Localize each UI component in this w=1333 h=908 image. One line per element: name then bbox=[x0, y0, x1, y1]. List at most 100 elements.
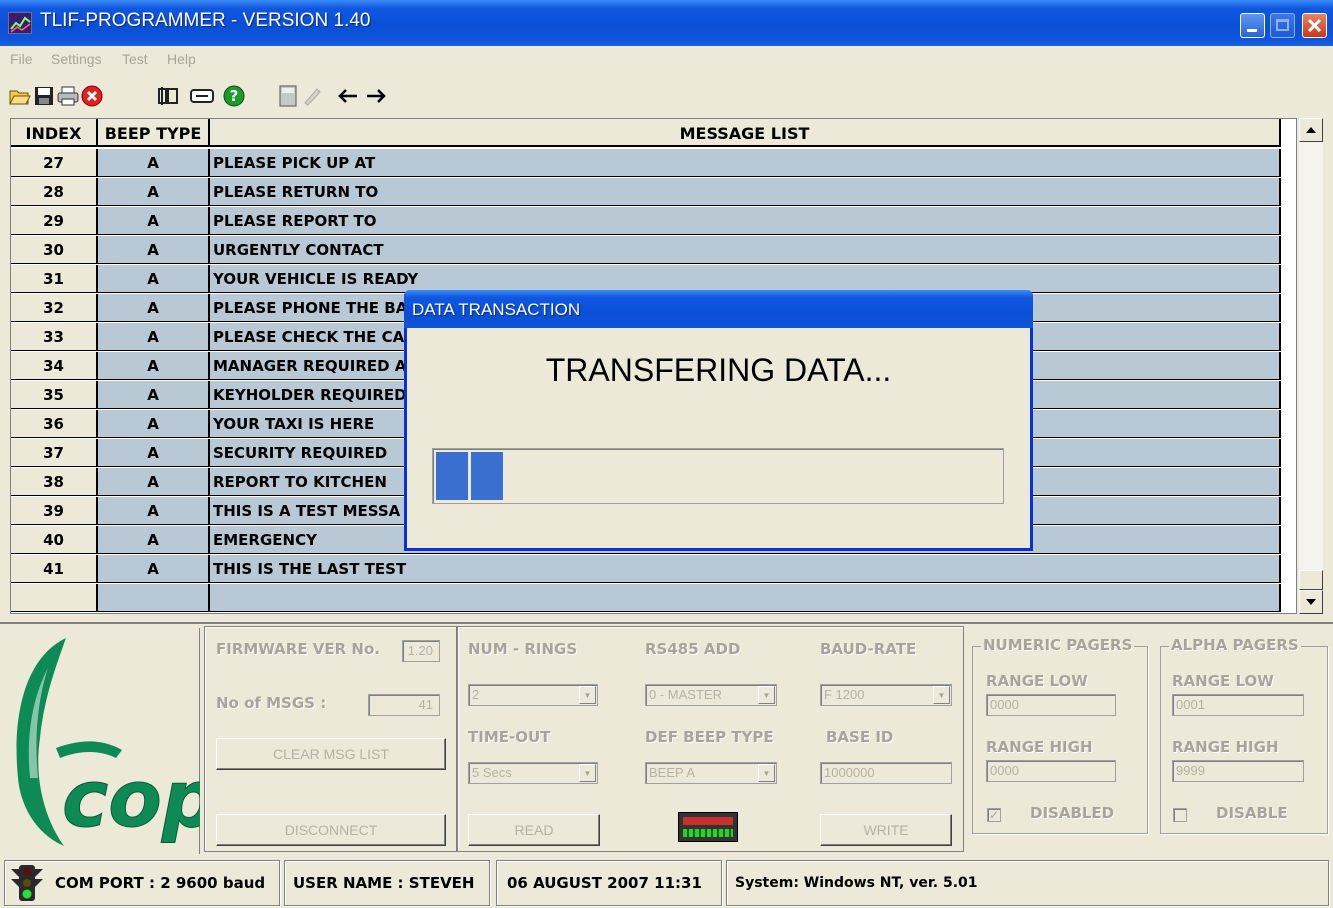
row-message-cell[interactable]: YOUR VEHICLE IS READY bbox=[210, 265, 1281, 293]
baud-rate-label: BAUD-RATE bbox=[820, 640, 917, 658]
alpha-disable-checkbox[interactable] bbox=[1173, 808, 1187, 822]
settings-panel: cope FIRMWARE VER No. 1.20 No of MSGS : … bbox=[0, 622, 1333, 854]
row-message-cell[interactable]: PLEASE REPORT TO bbox=[210, 207, 1281, 235]
port-icon[interactable] bbox=[190, 84, 214, 108]
base-id-label: BASE ID bbox=[826, 728, 894, 746]
maximize-button[interactable] bbox=[1270, 13, 1295, 38]
disconnect-button[interactable]: DISCONNECT bbox=[216, 814, 446, 846]
numeric-range-high-field: 0000 bbox=[986, 760, 1116, 782]
row-beep-type-cell[interactable]: A bbox=[98, 555, 210, 583]
arrow-left-icon[interactable] bbox=[336, 84, 360, 108]
clear-msg-list-button[interactable]: CLEAR MSG LIST bbox=[216, 738, 446, 770]
table-row[interactable]: 30 A URGENTLY CONTACT bbox=[11, 236, 1281, 265]
row-index-cell[interactable]: 39 bbox=[11, 497, 98, 525]
row-index-cell[interactable]: 37 bbox=[11, 439, 98, 467]
keyboard-icon[interactable] bbox=[156, 84, 180, 108]
row-beep-type-cell[interactable]: A bbox=[98, 410, 210, 438]
row-index-cell[interactable]: 31 bbox=[11, 265, 98, 293]
row-index-cell[interactable]: 40 bbox=[11, 526, 98, 554]
row-index-cell[interactable]: 27 bbox=[11, 149, 98, 177]
row-beep-type-cell[interactable]: A bbox=[98, 526, 210, 554]
close-button[interactable] bbox=[1302, 13, 1327, 38]
row-beep-type-cell[interactable]: A bbox=[98, 294, 210, 322]
progress-fill bbox=[436, 452, 503, 500]
row-index-cell[interactable]: 33 bbox=[11, 323, 98, 351]
row-index-cell[interactable]: 34 bbox=[11, 352, 98, 380]
table-row[interactable]: 27 A PLEASE PICK UP AT bbox=[11, 149, 1281, 178]
def-beep-select[interactable]: BEEP A ▼ bbox=[645, 762, 777, 784]
com-port-panel: COM PORT : 2 9600 baud bbox=[4, 860, 280, 906]
vertical-scrollbar[interactable] bbox=[1299, 118, 1323, 614]
row-beep-type-cell[interactable]: A bbox=[98, 265, 210, 293]
table-row[interactable] bbox=[11, 584, 1281, 613]
menu-file[interactable]: File bbox=[10, 51, 33, 67]
pen-icon[interactable] bbox=[300, 84, 324, 108]
firmware-label: FIRMWARE VER No. bbox=[216, 640, 380, 658]
row-beep-type-cell[interactable]: A bbox=[98, 497, 210, 525]
rs485-select[interactable]: 0 - MASTER ▼ bbox=[645, 684, 777, 706]
row-index-cell[interactable] bbox=[11, 584, 98, 612]
row-beep-type-cell[interactable]: A bbox=[98, 439, 210, 467]
row-index-cell[interactable]: 38 bbox=[11, 468, 98, 496]
baud-rate-select[interactable]: F 1200 ▼ bbox=[820, 684, 952, 706]
row-beep-type-cell[interactable]: A bbox=[98, 381, 210, 409]
row-message-cell[interactable] bbox=[210, 584, 1281, 612]
row-index-cell[interactable]: 29 bbox=[11, 207, 98, 235]
print-icon[interactable] bbox=[56, 84, 80, 108]
row-index-cell[interactable]: 36 bbox=[11, 410, 98, 438]
status-bar: COM PORT : 2 9600 baud USER NAME : STEVE… bbox=[0, 856, 1333, 908]
chevron-down-icon[interactable]: ▼ bbox=[758, 686, 775, 704]
header-beep-type[interactable]: BEEP TYPE bbox=[98, 119, 210, 147]
connection-led-icon bbox=[678, 812, 738, 842]
stop-icon[interactable] bbox=[80, 84, 104, 108]
table-row[interactable]: 29 A PLEASE REPORT TO bbox=[11, 207, 1281, 236]
header-index[interactable]: INDEX bbox=[11, 119, 98, 147]
save-icon[interactable] bbox=[32, 84, 56, 108]
row-beep-type-cell[interactable]: A bbox=[98, 149, 210, 177]
chevron-down-icon[interactable]: ▼ bbox=[758, 764, 775, 782]
read-button[interactable]: READ bbox=[468, 814, 600, 846]
arrow-right-icon[interactable] bbox=[364, 84, 388, 108]
scroll-down-button[interactable] bbox=[1299, 590, 1323, 614]
scroll-up-button[interactable] bbox=[1299, 118, 1323, 142]
header-message-list[interactable]: MESSAGE LIST bbox=[210, 119, 1281, 147]
minimize-button[interactable] bbox=[1240, 13, 1265, 38]
row-index-cell[interactable]: 30 bbox=[11, 236, 98, 264]
table-row[interactable]: 41 A THIS IS THE LAST TEST bbox=[11, 555, 1281, 584]
progress-block bbox=[436, 452, 468, 500]
num-rings-select[interactable]: 2 ▼ bbox=[468, 684, 598, 706]
help-icon[interactable]: ? bbox=[222, 84, 246, 108]
row-beep-type-cell[interactable]: A bbox=[98, 323, 210, 351]
minimize-icon bbox=[1247, 29, 1257, 32]
row-message-cell[interactable]: THIS IS THE LAST TEST bbox=[210, 555, 1281, 583]
row-beep-type-cell[interactable]: A bbox=[98, 468, 210, 496]
app-icon[interactable] bbox=[8, 12, 32, 34]
write-button[interactable]: WRITE bbox=[820, 814, 952, 846]
table-row[interactable]: 28 A PLEASE RETURN TO bbox=[11, 178, 1281, 207]
baud-rate-value: F 1200 bbox=[824, 687, 865, 702]
row-beep-type-cell[interactable] bbox=[98, 584, 210, 612]
row-message-cell[interactable]: PLEASE PICK UP AT bbox=[210, 149, 1281, 177]
open-icon[interactable] bbox=[8, 84, 32, 108]
timeout-select[interactable]: 5 Secs ▼ bbox=[468, 762, 598, 784]
numeric-disabled-checkbox[interactable]: ✓ bbox=[987, 808, 1001, 822]
chevron-down-icon[interactable]: ▼ bbox=[579, 764, 596, 782]
row-index-cell[interactable]: 35 bbox=[11, 381, 98, 409]
calculator-icon[interactable] bbox=[276, 84, 300, 108]
row-index-cell[interactable]: 41 bbox=[11, 555, 98, 583]
row-beep-type-cell[interactable]: A bbox=[98, 236, 210, 264]
row-index-cell[interactable]: 28 bbox=[11, 178, 98, 206]
menu-settings[interactable]: Settings bbox=[51, 51, 102, 67]
row-beep-type-cell[interactable]: A bbox=[98, 207, 210, 235]
chevron-down-icon[interactable]: ▼ bbox=[933, 686, 950, 704]
row-message-cell[interactable]: PLEASE RETURN TO bbox=[210, 178, 1281, 206]
menu-test[interactable]: Test bbox=[122, 51, 148, 67]
row-beep-type-cell[interactable]: A bbox=[98, 178, 210, 206]
numeric-range-high-label: RANGE HIGH bbox=[986, 738, 1093, 756]
chevron-down-icon[interactable]: ▼ bbox=[579, 686, 596, 704]
menu-help[interactable]: Help bbox=[167, 51, 196, 67]
row-index-cell[interactable]: 32 bbox=[11, 294, 98, 322]
row-message-cell[interactable]: URGENTLY CONTACT bbox=[210, 236, 1281, 264]
row-beep-type-cell[interactable]: A bbox=[98, 352, 210, 380]
scroll-thumb[interactable] bbox=[1299, 570, 1323, 590]
